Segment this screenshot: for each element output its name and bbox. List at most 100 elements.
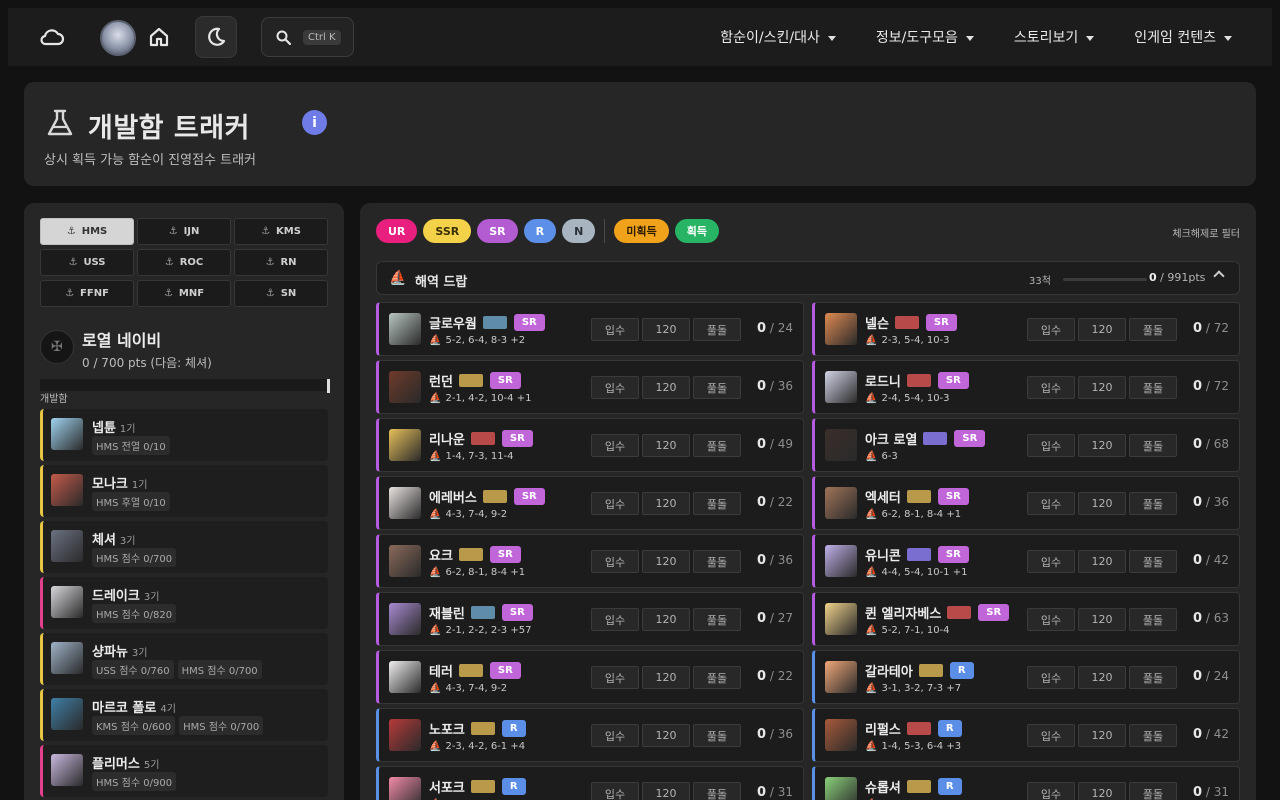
faction-tab-sn[interactable]: ⚓ SN — [234, 280, 328, 307]
max-limit-break-button[interactable]: 풀돌 — [1129, 782, 1177, 800]
max-limit-break-button[interactable]: 풀돌 — [693, 434, 741, 457]
search-button[interactable]: Ctrl K — [261, 17, 354, 57]
faction-tab-mnf[interactable]: ⚓ MNF — [137, 280, 231, 307]
faction-tab-rn[interactable]: ⚓ RN — [234, 249, 328, 276]
ship-class-icon — [918, 664, 943, 677]
points-tag: HMS 후열 0/10 — [92, 492, 170, 511]
max-limit-break-button[interactable]: 풀돌 — [693, 724, 741, 747]
max-limit-break-button[interactable]: 풀돌 — [1129, 550, 1177, 573]
max-limit-break-button[interactable]: 풀돌 — [693, 666, 741, 689]
level-120-button[interactable]: 120 — [1078, 492, 1126, 515]
max-limit-break-button[interactable]: 풀돌 — [1129, 318, 1177, 341]
max-limit-break-button[interactable]: 풀돌 — [693, 492, 741, 515]
obtained-button[interactable]: 입수 — [591, 782, 639, 800]
rarity-filter-ssr[interactable]: SSR — [423, 219, 472, 243]
max-limit-break-button[interactable]: 풀돌 — [1129, 492, 1177, 515]
rarity-filter-sr[interactable]: SR — [477, 219, 518, 243]
dev-ship-card[interactable]: 마르코 폴로 4기 KMS 점수 0/600 HMS 점수 0/700 — [40, 689, 328, 741]
level-120-button[interactable]: 120 — [642, 782, 690, 800]
obtained-button[interactable]: 입수 — [591, 318, 639, 341]
obtained-button[interactable]: 입수 — [591, 492, 639, 515]
obtained-button[interactable]: 입수 — [591, 376, 639, 399]
max-limit-break-button[interactable]: 풀돌 — [693, 550, 741, 573]
level-120-button[interactable]: 120 — [642, 666, 690, 689]
obtained-button[interactable]: 입수 — [591, 666, 639, 689]
level-120-button[interactable]: 120 — [1078, 782, 1126, 800]
drop-locations: ⛵ 5-2, 7-1, 10-4 — [865, 625, 950, 636]
menu-ships[interactable]: 함순이/스킨/대사 — [720, 27, 836, 47]
faction-tab-ijn[interactable]: ⚓ IJN — [137, 218, 231, 245]
page-subtitle: 상시 획득 가능 함순이 진영점수 트래커 — [44, 153, 257, 168]
user-avatar[interactable] — [100, 20, 136, 56]
max-limit-break-button[interactable]: 풀돌 — [1129, 666, 1177, 689]
obtained-button[interactable]: 입수 — [1027, 492, 1075, 515]
dark-mode-toggle[interactable] — [195, 16, 237, 58]
dev-ship-card[interactable]: 드레이크 3기 HMS 점수 0/820 — [40, 577, 328, 629]
max-limit-break-button[interactable]: 풀돌 — [1129, 376, 1177, 399]
max-limit-break-button[interactable]: 풀돌 — [1129, 608, 1177, 631]
home-icon[interactable] — [145, 22, 173, 52]
obtained-button[interactable]: 입수 — [591, 608, 639, 631]
level-120-button[interactable]: 120 — [1078, 608, 1126, 631]
dev-ship-card[interactable]: 플리머스 5기 HMS 점수 0/900 — [40, 745, 328, 797]
ship-name: 재블린 — [429, 607, 465, 622]
level-120-button[interactable]: 120 — [642, 376, 690, 399]
level-120-button[interactable]: 120 — [642, 492, 690, 515]
dev-ship-card[interactable]: 모나크 1기 HMS 후열 0/10 — [40, 465, 328, 517]
cloud-icon[interactable] — [36, 22, 68, 52]
status-filter-0[interactable]: 미획득 — [614, 219, 669, 243]
faction-tab-kms[interactable]: ⚓ KMS — [234, 218, 328, 245]
faction-tab-uss[interactable]: ⚓ USS — [40, 249, 134, 276]
level-120-button[interactable]: 120 — [1078, 318, 1126, 341]
level-120-button[interactable]: 120 — [1078, 550, 1126, 573]
faction-tab-hms[interactable]: ⚓ HMS — [40, 218, 134, 245]
obtained-button[interactable]: 입수 — [1027, 724, 1075, 747]
obtained-button[interactable]: 입수 — [1027, 666, 1075, 689]
level-120-button[interactable]: 120 — [642, 318, 690, 341]
chevron-up-icon[interactable] — [1213, 270, 1225, 282]
obtained-button[interactable]: 입수 — [1027, 782, 1075, 800]
obtained-button[interactable]: 입수 — [591, 434, 639, 457]
ship-avatar — [389, 487, 421, 519]
obtained-button[interactable]: 입수 — [591, 550, 639, 573]
menu-ingame[interactable]: 인게임 컨텐츠 — [1134, 27, 1232, 47]
obtained-button[interactable]: 입수 — [1027, 318, 1075, 341]
obtained-button[interactable]: 입수 — [1027, 434, 1075, 457]
level-120-button[interactable]: 120 — [642, 608, 690, 631]
max-limit-break-button[interactable]: 풀돌 — [693, 318, 741, 341]
section-header-sea-drop[interactable]: ⛵ 해역 드랍 33척 0 / 991pts — [376, 261, 1240, 295]
obtained-button[interactable]: 입수 — [1027, 376, 1075, 399]
faction-tab-ffnf[interactable]: ⚓ FFNF — [40, 280, 134, 307]
level-120-button[interactable]: 120 — [1078, 434, 1126, 457]
dev-ship-card[interactable]: 넵튠 1기 HMS 전열 0/10 — [40, 409, 328, 461]
chevron-down-icon — [827, 35, 836, 41]
level-120-button[interactable]: 120 — [1078, 376, 1126, 399]
max-limit-break-button[interactable]: 풀돌 — [1129, 434, 1177, 457]
faction-tab-roc[interactable]: ⚓ ROC — [137, 249, 231, 276]
status-filter-1[interactable]: 획득 — [674, 219, 719, 243]
max-limit-break-button[interactable]: 풀돌 — [693, 376, 741, 399]
dev-ship-card[interactable]: 샹파뉴 3기 USS 점수 0/760 HMS 점수 0/700 — [40, 633, 328, 685]
max-limit-break-button[interactable]: 풀돌 — [693, 608, 741, 631]
level-120-button[interactable]: 120 — [642, 550, 690, 573]
level-120-button[interactable]: 120 — [1078, 724, 1126, 747]
ship-avatar — [51, 530, 83, 562]
rarity-filter-r[interactable]: R — [523, 219, 557, 243]
level-120-button[interactable]: 120 — [642, 724, 690, 747]
max-limit-break-button[interactable]: 풀돌 — [693, 782, 741, 800]
obtained-button[interactable]: 입수 — [591, 724, 639, 747]
chevron-down-icon — [1086, 35, 1095, 41]
menu-tools[interactable]: 정보/도구모음 — [876, 27, 974, 47]
ship-avatar — [825, 777, 857, 800]
obtained-button[interactable]: 입수 — [1027, 550, 1075, 573]
max-limit-break-button[interactable]: 풀돌 — [1129, 724, 1177, 747]
ship-name: 마르코 폴로 4기 — [92, 701, 176, 716]
obtained-button[interactable]: 입수 — [1027, 608, 1075, 631]
dev-ship-card[interactable]: 체셔 3기 HMS 점수 0/700 — [40, 521, 328, 573]
level-120-button[interactable]: 120 — [642, 434, 690, 457]
rarity-filter-n[interactable]: N — [562, 219, 596, 243]
rarity-filter-ur[interactable]: UR — [376, 219, 418, 243]
level-120-button[interactable]: 120 — [1078, 666, 1126, 689]
menu-story[interactable]: 스토리보기 — [1014, 27, 1095, 47]
info-icon[interactable]: i — [302, 110, 327, 135]
